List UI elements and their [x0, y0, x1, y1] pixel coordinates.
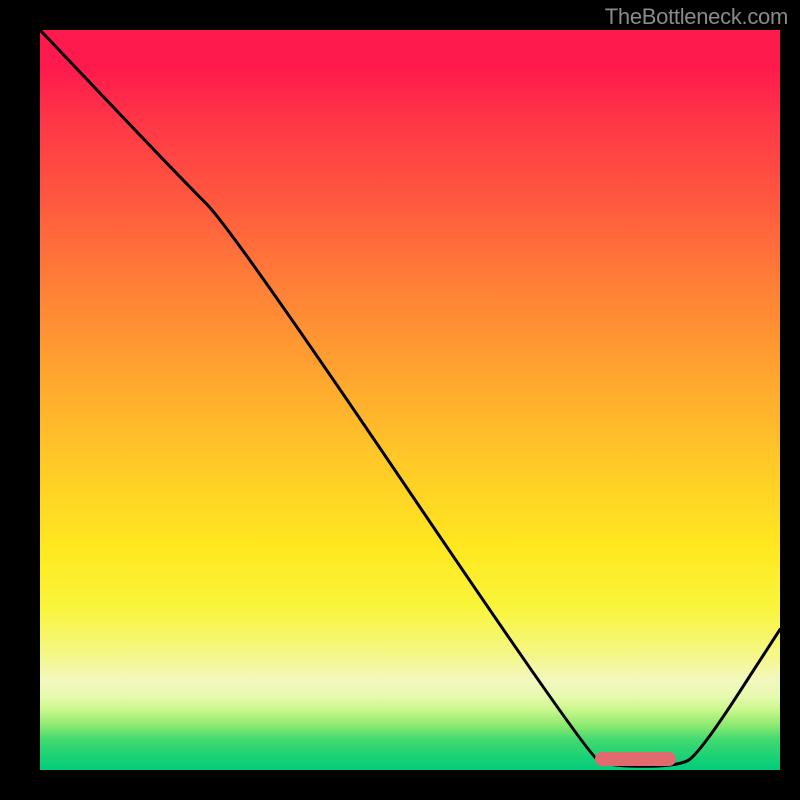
bottleneck-curve — [40, 30, 780, 766]
y-axis-area — [0, 0, 40, 800]
watermark-text: TheBottleneck.com — [605, 4, 788, 30]
optimal-range-marker — [595, 752, 676, 766]
curve-layer — [40, 30, 780, 770]
x-axis-area — [0, 770, 800, 800]
chart-container: TheBottleneck.com — [0, 0, 800, 800]
